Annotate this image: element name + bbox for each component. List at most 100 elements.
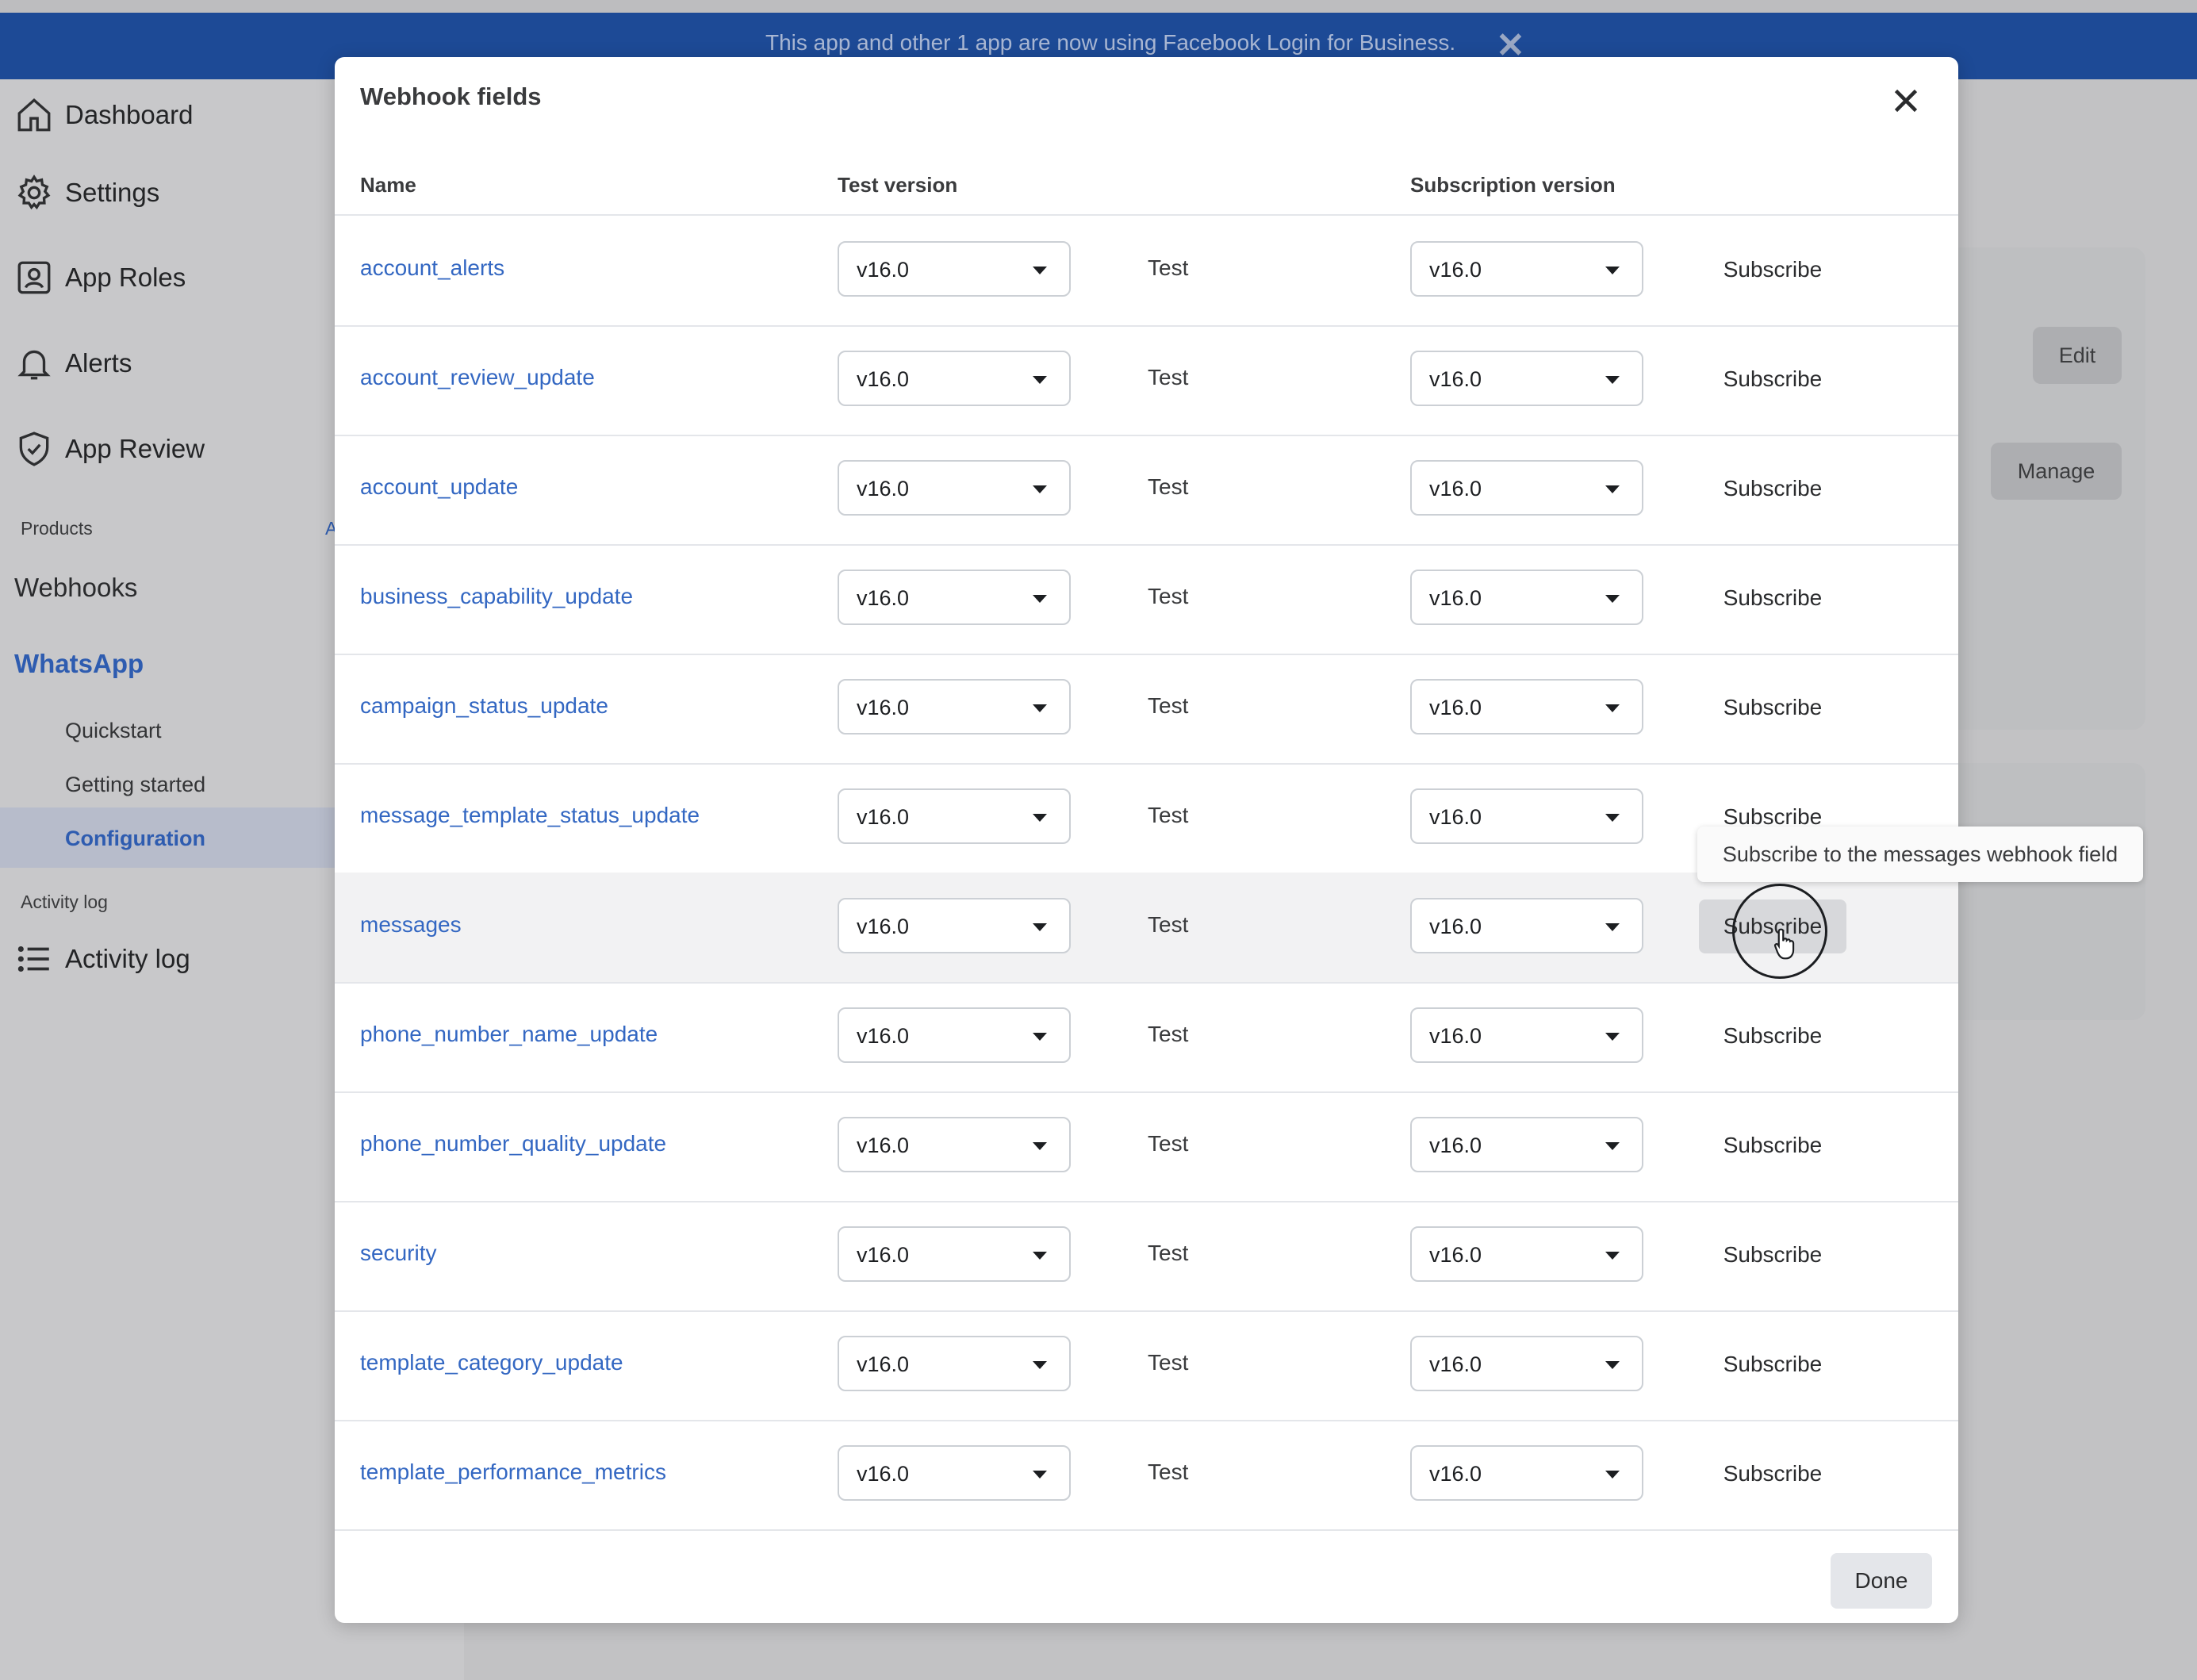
- select-value: v16.0: [1429, 1462, 1482, 1486]
- test-button[interactable]: Test: [1148, 1022, 1188, 1047]
- subscribe-button[interactable]: Subscribe: [1699, 1337, 1846, 1391]
- table-row: security v16.0 Test v16.0 Subscribe: [335, 1201, 1958, 1312]
- webhook-field-name-link[interactable]: phone_number_name_update: [360, 1022, 658, 1047]
- sidebar-item-dashboard[interactable]: Dashboard: [14, 95, 193, 135]
- webhook-field-name-link[interactable]: message_template_status_update: [360, 803, 700, 828]
- sidebar-item-label: Alerts: [65, 348, 132, 378]
- test-button[interactable]: Test: [1148, 365, 1188, 390]
- sidebar-item-alerts[interactable]: Alerts: [14, 343, 132, 383]
- test-button[interactable]: Test: [1148, 1459, 1188, 1485]
- webhook-field-name-link[interactable]: business_capability_update: [360, 584, 633, 609]
- close-icon[interactable]: [1886, 81, 1926, 121]
- test-button[interactable]: Test: [1148, 474, 1188, 500]
- select-value: v16.0: [1429, 1243, 1482, 1267]
- subscription-version-select[interactable]: v16.0: [1410, 1007, 1643, 1063]
- subscribe-button[interactable]: Subscribe: [1699, 1009, 1846, 1063]
- test-version-select[interactable]: v16.0: [838, 1445, 1071, 1501]
- test-button[interactable]: Test: [1148, 255, 1188, 281]
- sidebar-item-settings[interactable]: Settings: [14, 173, 159, 213]
- test-version-select[interactable]: v16.0: [838, 788, 1071, 844]
- caret-down-icon: [1605, 267, 1620, 274]
- test-version-select[interactable]: v16.0: [838, 1117, 1071, 1172]
- subscription-version-select[interactable]: v16.0: [1410, 241, 1643, 297]
- caret-down-icon: [1033, 814, 1047, 822]
- test-version-select[interactable]: v16.0: [838, 679, 1071, 735]
- subscribe-button[interactable]: Subscribe: [1699, 352, 1846, 406]
- test-button[interactable]: Test: [1148, 803, 1188, 828]
- subscribe-button[interactable]: Subscribe: [1699, 681, 1846, 735]
- sidebar-item-activity-log[interactable]: Activity log: [14, 939, 190, 979]
- webhook-field-name-link[interactable]: account_review_update: [360, 365, 595, 390]
- badge-icon: [17, 261, 51, 294]
- webhook-field-name-link[interactable]: template_category_update: [360, 1350, 623, 1375]
- webhook-field-name-link[interactable]: security: [360, 1241, 436, 1266]
- webhook-field-name-link[interactable]: template_performance_metrics: [360, 1459, 666, 1485]
- test-version-select[interactable]: v16.0: [838, 1226, 1071, 1282]
- subscription-version-select[interactable]: v16.0: [1410, 1117, 1643, 1172]
- webhook-field-name-link[interactable]: account_update: [360, 474, 518, 500]
- subscription-version-select[interactable]: v16.0: [1410, 898, 1643, 953]
- caret-down-icon: [1033, 1471, 1047, 1479]
- select-value: v16.0: [857, 586, 910, 610]
- subscription-version-select[interactable]: v16.0: [1410, 460, 1643, 516]
- subscription-version-select[interactable]: v16.0: [1410, 1336, 1643, 1391]
- webhook-field-name-link[interactable]: campaign_status_update: [360, 693, 608, 719]
- subscription-version-select[interactable]: v16.0: [1410, 788, 1643, 844]
- product-webhooks[interactable]: Webhooks: [14, 573, 137, 603]
- hand-cursor-icon: [1773, 928, 1795, 960]
- caret-down-icon: [1605, 595, 1620, 603]
- subscribe-button[interactable]: Subscribe: [1699, 1118, 1846, 1172]
- caret-down-icon: [1033, 1252, 1047, 1260]
- product-whatsapp[interactable]: WhatsApp: [14, 649, 144, 679]
- test-version-select[interactable]: v16.0: [838, 351, 1071, 406]
- activity-section-label: Activity log: [21, 892, 108, 912]
- subscribe-button[interactable]: Subscribe: [1699, 1447, 1846, 1501]
- sidebar-subitem-configuration[interactable]: Configuration: [65, 827, 205, 851]
- test-version-select[interactable]: v16.0: [838, 460, 1071, 516]
- caret-down-icon: [1605, 923, 1620, 931]
- webhook-field-name-link[interactable]: account_alerts: [360, 255, 504, 281]
- sidebar-item-app-roles[interactable]: App Roles: [14, 258, 186, 297]
- list-icon: [17, 945, 49, 972]
- test-button[interactable]: Test: [1148, 1241, 1188, 1266]
- test-version-select[interactable]: v16.0: [838, 898, 1071, 953]
- test-button[interactable]: Test: [1148, 912, 1188, 938]
- edit-button[interactable]: Edit: [2033, 327, 2122, 384]
- table-row: template_performance_metrics v16.0 Test v16…: [335, 1420, 1958, 1531]
- subscribe-button[interactable]: Subscribe: [1699, 243, 1846, 297]
- caret-down-icon: [1605, 485, 1620, 493]
- test-version-select[interactable]: v16.0: [838, 570, 1071, 625]
- test-button[interactable]: Test: [1148, 1131, 1188, 1156]
- sidebar-item-app-review[interactable]: App Review: [14, 429, 205, 469]
- sidebar-item-label: App Review: [65, 434, 205, 463]
- webhook-field-name-link[interactable]: messages: [360, 912, 462, 938]
- manage-button[interactable]: Manage: [1991, 443, 2122, 500]
- select-value: v16.0: [1429, 1352, 1482, 1376]
- select-value: v16.0: [1429, 477, 1482, 501]
- subscription-version-select[interactable]: v16.0: [1410, 1445, 1643, 1501]
- test-version-select[interactable]: v16.0: [838, 241, 1071, 297]
- test-button[interactable]: Test: [1148, 1350, 1188, 1375]
- caret-down-icon: [1605, 1142, 1620, 1150]
- test-version-select[interactable]: v16.0: [838, 1007, 1071, 1063]
- caret-down-icon: [1605, 814, 1620, 822]
- subscription-version-select[interactable]: v16.0: [1410, 570, 1643, 625]
- sidebar-subitem-getting-started[interactable]: Getting started: [65, 773, 205, 797]
- subscription-version-select[interactable]: v16.0: [1410, 351, 1643, 406]
- caret-down-icon: [1033, 1142, 1047, 1150]
- test-version-select[interactable]: v16.0: [838, 1336, 1071, 1391]
- subscription-version-select[interactable]: v16.0: [1410, 1226, 1643, 1282]
- test-button[interactable]: Test: [1148, 584, 1188, 609]
- sidebar-subitem-quickstart[interactable]: Quickstart: [65, 719, 162, 743]
- done-button[interactable]: Done: [1831, 1553, 1932, 1609]
- caret-down-icon: [1605, 1033, 1620, 1041]
- test-button[interactable]: Test: [1148, 693, 1188, 719]
- caret-down-icon: [1605, 1471, 1620, 1479]
- subscription-version-select[interactable]: v16.0: [1410, 679, 1643, 735]
- select-value: v16.0: [857, 1133, 910, 1157]
- select-value: v16.0: [857, 696, 910, 719]
- subscribe-button[interactable]: Subscribe: [1699, 1228, 1846, 1282]
- subscribe-button[interactable]: Subscribe: [1699, 462, 1846, 516]
- webhook-field-name-link[interactable]: phone_number_quality_update: [360, 1131, 666, 1156]
- subscribe-button[interactable]: Subscribe: [1699, 571, 1846, 625]
